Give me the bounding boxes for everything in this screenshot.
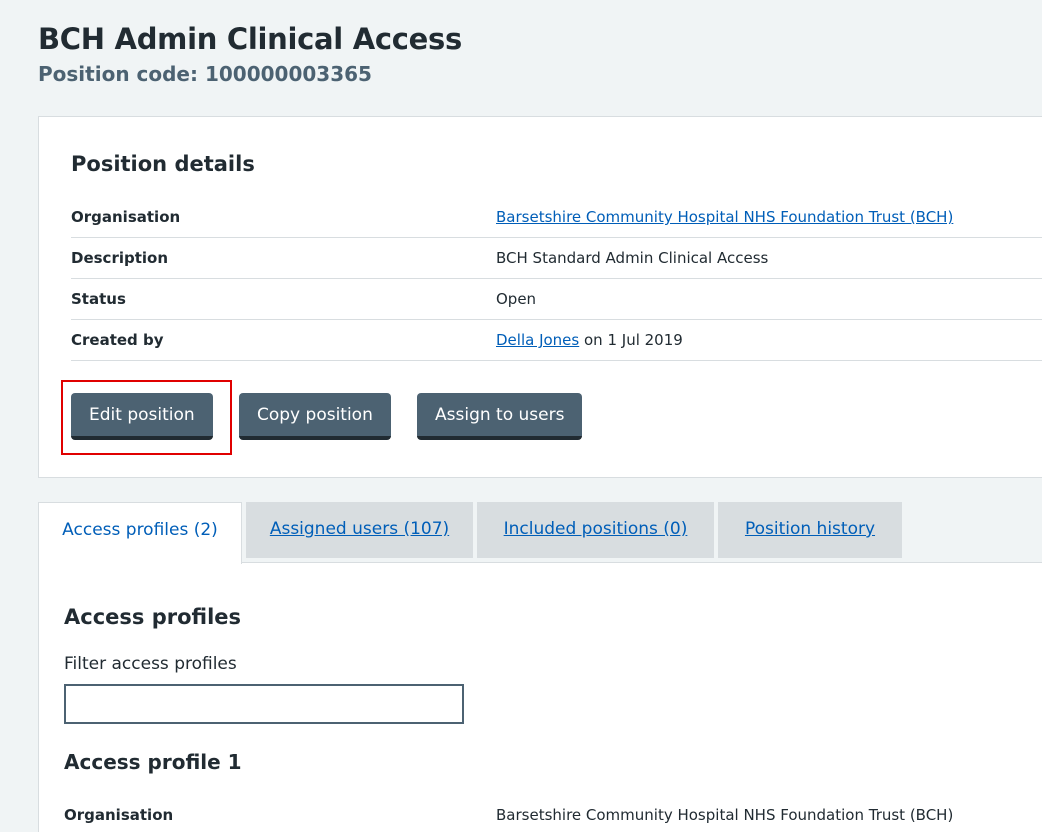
- tab-included-positions[interactable]: Included positions (0): [477, 502, 714, 558]
- access-profiles-panel: Access profiles Filter access profiles A…: [38, 562, 1042, 832]
- page-title: BCH Admin Clinical Access: [38, 22, 462, 56]
- position-details-heading: Position details: [71, 152, 255, 176]
- detail-row-created-by: Created by Della Jones on 1 Jul 2019: [71, 320, 1042, 361]
- tab-bar: Access profiles (2) Assigned users (107)…: [38, 502, 1042, 564]
- tab-label: Access profiles (2): [62, 520, 218, 540]
- filter-label: Filter access profiles: [64, 654, 237, 674]
- created-by-user-link[interactable]: Della Jones: [496, 331, 579, 349]
- organisation-link[interactable]: Barsetshire Community Hospital NHS Found…: [496, 208, 953, 226]
- profile-organisation-key: Organisation: [64, 806, 174, 824]
- tab-assigned-users[interactable]: Assigned users (107): [246, 502, 473, 558]
- assign-to-users-button[interactable]: Assign to users: [417, 393, 583, 440]
- created-date: on 1 Jul 2019: [579, 331, 683, 349]
- access-profile-heading: Access profile 1: [64, 750, 242, 774]
- detail-key: Organisation: [71, 208, 181, 226]
- detail-row-organisation: Organisation Barsetshire Community Hospi…: [71, 197, 1042, 238]
- detail-key: Status: [71, 290, 126, 308]
- tab-position-history[interactable]: Position history: [718, 502, 902, 558]
- position-details-card: Position details Organisation Barsetshir…: [38, 116, 1042, 478]
- access-profiles-heading: Access profiles: [64, 605, 242, 629]
- detail-key: Description: [71, 249, 169, 267]
- tab-label: Included positions (0): [503, 519, 688, 539]
- position-code: Position code: 100000003365: [38, 62, 372, 86]
- detail-row-description: Description BCH Standard Admin Clinical …: [71, 238, 1042, 279]
- edit-position-button[interactable]: Edit position: [71, 393, 213, 440]
- copy-position-button[interactable]: Copy position: [239, 393, 391, 440]
- detail-value: BCH Standard Admin Clinical Access: [496, 249, 769, 267]
- profile-organisation-value: Barsetshire Community Hospital NHS Found…: [496, 806, 954, 824]
- detail-value: Open: [496, 290, 537, 308]
- tab-label: Assigned users (107): [269, 519, 450, 539]
- tab-label: Position history: [744, 519, 876, 539]
- detail-key: Created by: [71, 331, 164, 349]
- filter-access-profiles-input[interactable]: [64, 684, 464, 724]
- detail-row-status: Status Open: [71, 279, 1042, 320]
- tab-access-profiles[interactable]: Access profiles (2): [38, 502, 242, 564]
